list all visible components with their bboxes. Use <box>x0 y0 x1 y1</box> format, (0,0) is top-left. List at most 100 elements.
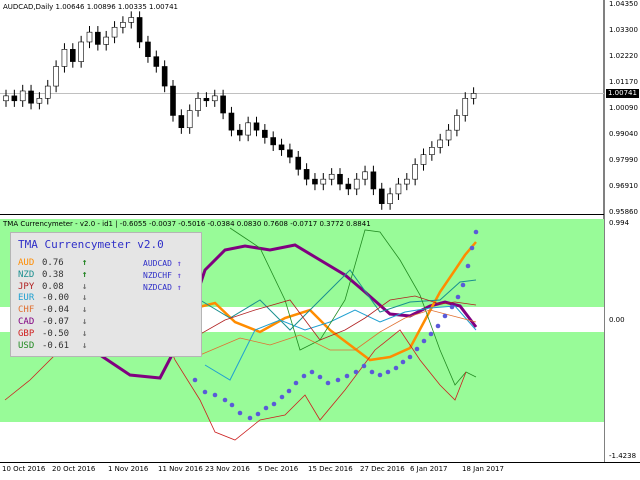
candle-body <box>153 56 160 67</box>
arrow-up-icon: ↑ <box>82 269 88 280</box>
signal-dot <box>271 401 277 407</box>
candle-body <box>220 95 226 114</box>
price-tick: 1.00090 <box>609 104 638 112</box>
candle-body <box>145 41 151 57</box>
currency-row-jpy: JPY 0.08 ↓ <box>18 282 87 293</box>
pair-name: NZDCAD <box>143 283 172 292</box>
candle-body <box>36 98 43 104</box>
candle-body <box>303 169 310 180</box>
candle-body <box>111 26 118 38</box>
currency-strength: 0.38 <box>42 269 64 280</box>
candle-body <box>86 31 93 43</box>
arrow-down-icon: ↓ <box>82 340 88 351</box>
signal-dot <box>465 263 471 269</box>
candle-body <box>195 98 201 111</box>
signal-dot <box>385 369 391 375</box>
candle-body <box>61 49 68 67</box>
currency-strength: 0.08 <box>42 281 64 292</box>
candle-body <box>445 129 452 141</box>
price-tick: 0.99040 <box>609 130 638 138</box>
candle-body <box>11 95 18 102</box>
arrow-down-icon: ↓ <box>82 317 88 327</box>
panel-title: TMA Currencymeter v2.0 <box>18 238 164 251</box>
candle-body <box>470 93 477 99</box>
candle-body <box>120 22 126 28</box>
currency-code: NZD <box>18 269 35 280</box>
candle-body <box>103 36 109 45</box>
currency-code: EUR <box>18 293 35 304</box>
candle-body <box>320 178 327 185</box>
candle-body <box>3 95 9 102</box>
candle-body <box>420 154 427 165</box>
candle-body <box>211 95 218 102</box>
candle-body <box>161 66 168 87</box>
date-tick: 11 Nov 2016 <box>158 465 203 473</box>
date-tick: 23 Nov 2016 <box>205 465 250 473</box>
signal-dot <box>449 304 455 310</box>
currency-row-nzd: NZD 0.38 ↑ <box>18 270 87 281</box>
date-tick: 18 Jan 2017 <box>462 465 504 473</box>
signal-dot <box>414 346 420 352</box>
candle-body <box>78 41 84 62</box>
candle-body <box>186 110 193 129</box>
indicator-tick-bottom: -1.4238 <box>609 452 637 460</box>
signal-dot <box>469 245 475 251</box>
signal-dot <box>400 359 406 365</box>
signal-dot <box>407 354 413 360</box>
signal-dot <box>222 397 228 403</box>
candle-body <box>378 188 385 204</box>
candle-body <box>95 31 101 45</box>
signal-dot <box>286 388 292 394</box>
date-tick: 5 Dec 2016 <box>258 465 299 473</box>
candle-body <box>203 98 210 102</box>
signal-dot <box>279 394 285 400</box>
currency-code: GBP <box>18 328 35 339</box>
currency-row-aud: AUD 0.76 ↑ <box>18 258 87 269</box>
currency-code: USD <box>18 340 35 351</box>
candle-body <box>370 171 377 190</box>
signal-dot <box>455 294 461 300</box>
pair-name: NZDCHF <box>143 271 172 280</box>
date-tick: 10 Oct 2016 <box>2 465 46 473</box>
signal-dot <box>317 374 323 380</box>
candle-body <box>70 49 76 62</box>
signal-dot <box>192 377 198 383</box>
candle-body <box>278 144 285 151</box>
signal-dot <box>237 410 243 416</box>
price-tick: 0.95860 <box>609 208 638 216</box>
signal-dot <box>325 380 331 386</box>
arrow-down-icon: ↓ <box>82 305 88 316</box>
signal-dot <box>369 369 375 375</box>
currency-strength: -0.07 <box>42 317 70 327</box>
candle-body <box>345 183 352 190</box>
signal-dot <box>421 338 427 344</box>
signal-dot <box>377 372 383 378</box>
signal-dot <box>361 363 367 369</box>
candle-body <box>437 139 444 148</box>
currency-code: CAD <box>18 317 35 327</box>
price-tick: 1.04350 <box>609 0 638 8</box>
currency-strength: 0.76 <box>42 258 64 268</box>
signal-dot <box>309 369 315 375</box>
signal-dot <box>393 365 399 371</box>
candle-body <box>295 156 302 170</box>
candle-body <box>362 171 368 180</box>
signal-dot <box>344 373 350 379</box>
candle-body <box>387 193 393 204</box>
signal-dot <box>229 402 235 408</box>
currency-code: AUD <box>18 258 35 268</box>
candle-body <box>128 17 135 23</box>
candle-body <box>170 85 176 116</box>
currency-strength: -0.50 <box>42 328 70 339</box>
current-price-tag: 1.00741 <box>606 89 639 98</box>
candle-body <box>270 137 277 146</box>
candle-body <box>429 147 435 155</box>
candle-body <box>136 17 143 43</box>
candle-body <box>412 164 418 180</box>
price-tick: 0.97990 <box>609 156 638 164</box>
candle-body <box>262 129 268 138</box>
price-tick: 1.03300 <box>609 26 638 34</box>
signal-dot <box>353 369 359 375</box>
indicator-tick-zero: 0.00 <box>609 316 625 324</box>
candle-body <box>53 66 59 87</box>
